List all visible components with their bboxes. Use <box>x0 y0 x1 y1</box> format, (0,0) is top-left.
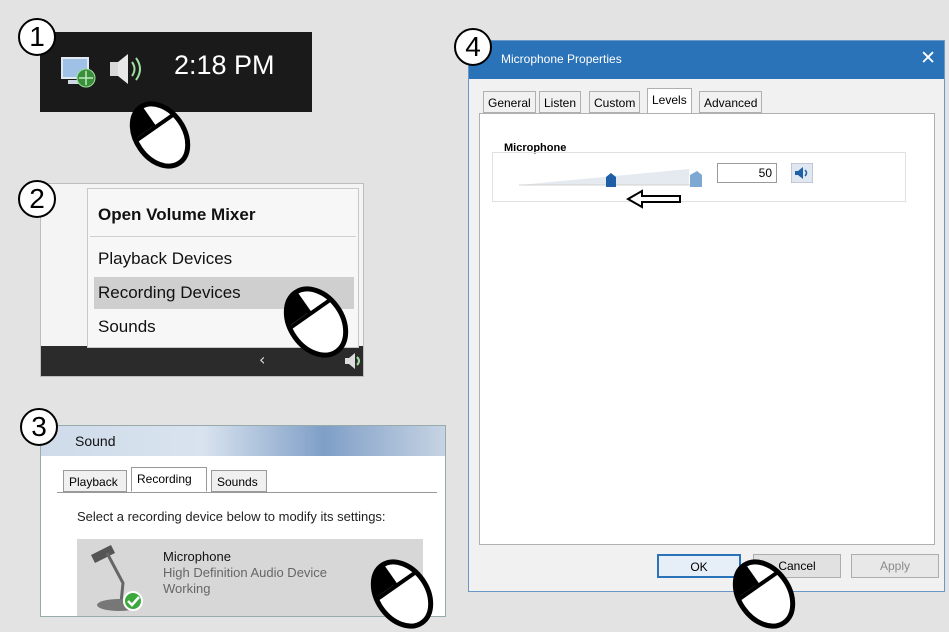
device-description: High Definition Audio Device <box>163 565 328 580</box>
menu-separator <box>90 236 356 237</box>
menu-item-playback-devices[interactable]: Playback Devices <box>94 243 354 275</box>
tab-recording[interactable]: Recording <box>131 467 207 492</box>
taskbar-clock[interactable]: 2:18 PM <box>174 50 275 81</box>
instruction-text: Select a recording device below to modif… <box>77 509 386 524</box>
apply-button[interactable]: Apply <box>851 554 939 578</box>
tab-playback[interactable]: Playback <box>63 470 127 492</box>
step-3-marker: 3 <box>20 408 58 446</box>
mute-speaker-icon[interactable] <box>791 163 813 183</box>
left-arrow-icon <box>625 189 681 209</box>
close-icon[interactable]: ✕ <box>920 47 936 69</box>
chevron-left-icon[interactable]: ‹ <box>259 350 265 369</box>
dialog-title: Microphone Properties <box>501 52 622 66</box>
menu-item-open-volume-mixer[interactable]: Open Volume Mixer <box>94 199 354 231</box>
sound-dialog-title: Sound <box>75 433 116 449</box>
network-icon[interactable] <box>60 54 100 90</box>
speaker-icon[interactable] <box>106 50 146 88</box>
mouse-click-icon <box>129 101 191 169</box>
mouse-click-icon <box>370 559 434 629</box>
step-1-marker: 1 <box>18 18 56 56</box>
tab-levels[interactable]: Levels <box>647 88 692 114</box>
tab-advanced[interactable]: Advanced <box>699 91 763 113</box>
sound-dialog-titlebar: Sound <box>41 426 445 456</box>
step-2-marker: 2 <box>18 180 56 218</box>
device-status: Working <box>163 581 211 596</box>
mouse-click-icon <box>283 286 349 358</box>
tab-listen[interactable]: Listen <box>539 91 582 113</box>
tab-general[interactable]: General <box>483 91 536 113</box>
tab-sounds[interactable]: Sounds <box>211 470 267 492</box>
microphone-properties-dialog: Microphone Properties ✕ General Listen C… <box>468 40 945 592</box>
levels-tab-content: Microphone 50 <box>479 113 935 545</box>
device-name: Microphone <box>163 549 231 564</box>
mouse-click-icon <box>732 559 796 629</box>
step-4-marker: 4 <box>454 28 492 66</box>
dialog-titlebar: Microphone Properties ✕ <box>469 41 944 79</box>
tab-custom[interactable]: Custom <box>589 91 641 113</box>
microphone-icon <box>91 545 143 611</box>
level-group: 50 <box>492 152 906 202</box>
level-value-field[interactable]: 50 <box>717 163 777 183</box>
